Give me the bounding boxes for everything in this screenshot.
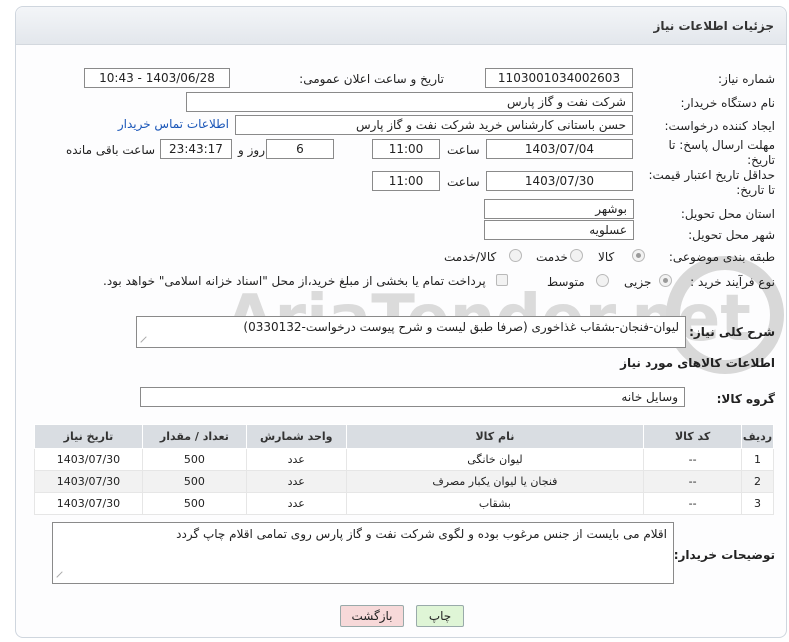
treasury-payment-checkbox[interactable] [496, 274, 508, 286]
table-row[interactable]: 2 -- فنجان یا لیوان یکبار مصرف عدد 500 1… [34, 470, 774, 493]
page-title: جزئیات اطلاعات نیاز [653, 19, 774, 33]
category-goods-label: کالا [598, 250, 615, 264]
validity-date-field[interactable]: 1403/07/30 [486, 171, 633, 191]
cell-name: بشقاب [345, 492, 645, 515]
deadline-time-field[interactable]: 11:00 [372, 139, 440, 159]
validity-time-label: ساعت [447, 175, 480, 189]
process-medium-label: متوسط [547, 275, 585, 289]
cell-code: -- [643, 470, 743, 493]
category-service-label: خدمت [536, 250, 568, 264]
cell-date: 1403/07/30 [34, 492, 143, 515]
goods-group-label: گروه کالا: [716, 392, 775, 406]
buyer-notes-field[interactable]: اقلام می بایست از جنس مرغوب بوده و لگوی … [52, 522, 674, 584]
cell-unit: عدد [245, 470, 347, 493]
need-number-label: شماره نیاز: [718, 72, 775, 86]
cell-date: 1403/07/30 [34, 448, 143, 471]
province-label: استان محل تحویل: [680, 207, 775, 221]
panel-header: جزئیات اطلاعات نیاز [16, 7, 786, 45]
remaining-time-field[interactable]: 23:43:17 [160, 139, 232, 159]
deadline-label: مهلت ارسال پاسخ: تا تاریخ: [668, 138, 775, 167]
table-header-row: ردیف کد کالا نام کالا واحد شمارش تعداد /… [34, 424, 774, 449]
requester-field[interactable]: حسن باستانی کارشناس خرید شرکت نفت و گاز … [235, 115, 633, 135]
days-field[interactable]: 6 [266, 139, 334, 159]
cell-code: -- [643, 492, 743, 515]
remaining-label: ساعت باقی مانده [66, 143, 156, 157]
back-button[interactable]: بازگشت [340, 605, 404, 627]
table-row[interactable]: 1 -- لیوان خانگی عدد 500 1403/07/30 [34, 448, 774, 471]
validity-time-field[interactable]: 11:00 [372, 171, 440, 191]
col-header-quantity: تعداد / مقدار [141, 424, 247, 449]
announce-label: تاریخ و ساعت اعلان عمومی: [299, 72, 444, 86]
cell-quantity: 500 [141, 448, 247, 471]
description-field[interactable]: لیوان-فنجان-بشقاب غذاخوری (صرفا طبق لیست… [136, 316, 686, 348]
cell-unit: عدد [245, 448, 347, 471]
validity-label: حداقل تاریخ اعتبار قیمت: تا تاریخ: [648, 168, 775, 197]
province-field[interactable]: بوشهر [484, 199, 634, 219]
category-both-label: کالا/خدمت [444, 250, 497, 264]
col-header-unit: واحد شمارش [245, 424, 347, 449]
description-label: شرح کلی نیاز: [689, 325, 775, 339]
process-label: نوع فرآیند خرید : [690, 275, 775, 289]
table-row[interactable]: 3 -- بشقاب عدد 500 1403/07/30 [34, 492, 774, 515]
category-both-radio[interactable] [509, 249, 522, 262]
cell-row-number: 2 [741, 470, 774, 493]
buyer-label: نام دستگاه خریدار: [680, 96, 776, 110]
deadline-date-field[interactable]: 1403/07/04 [486, 139, 633, 159]
cell-row-number: 3 [741, 492, 774, 515]
cell-date: 1403/07/30 [34, 470, 143, 493]
print-button[interactable]: چاپ [416, 605, 464, 627]
cell-row-number: 1 [741, 448, 774, 471]
category-goods-radio[interactable] [632, 249, 645, 262]
cell-quantity: 500 [141, 470, 247, 493]
deadline-time-label: ساعت [447, 143, 480, 157]
treasury-payment-note: پرداخت تمام یا بخشی از مبلغ خرید،از محل … [103, 274, 486, 288]
cell-quantity: 500 [141, 492, 247, 515]
city-label: شهر محل تحویل: [688, 228, 775, 242]
process-medium-radio[interactable] [596, 274, 609, 287]
category-label: طبقه بندی موضوعی: [668, 250, 775, 264]
goods-table: ردیف کد کالا نام کالا واحد شمارش تعداد /… [34, 424, 774, 515]
cell-name: لیوان خانگی [345, 448, 645, 471]
announce-datetime-field[interactable]: 1403/06/28 - 10:43 [84, 68, 230, 88]
cell-name: فنجان یا لیوان یکبار مصرف [345, 470, 645, 493]
need-number-field[interactable]: 1103001034002603 [485, 68, 633, 88]
col-header-row-number: ردیف [741, 424, 774, 449]
cell-code: -- [643, 448, 743, 471]
col-header-code: کد کالا [643, 424, 743, 449]
buyer-field[interactable]: شرکت نفت و گاز پارس [186, 92, 633, 112]
col-header-name: نام کالا [345, 424, 645, 449]
process-minor-label: جزیی [624, 275, 652, 289]
city-field[interactable]: عسلویه [484, 220, 634, 240]
col-header-date: تاریخ نیاز [34, 424, 143, 449]
buyer-notes-label: توضیحات خریدار: [673, 548, 775, 562]
goods-group-field[interactable]: وسایل خانه [140, 387, 685, 407]
cell-unit: عدد [245, 492, 347, 515]
goods-info-title: اطلاعات کالاهای مورد نیاز [620, 356, 775, 370]
buyer-contact-link[interactable]: اطلاعات تماس خریدار [118, 117, 229, 131]
process-minor-radio[interactable] [659, 274, 672, 287]
requester-label: ایجاد کننده درخواست: [664, 119, 775, 133]
category-service-radio[interactable] [570, 249, 583, 262]
days-label: روز و [238, 143, 265, 157]
